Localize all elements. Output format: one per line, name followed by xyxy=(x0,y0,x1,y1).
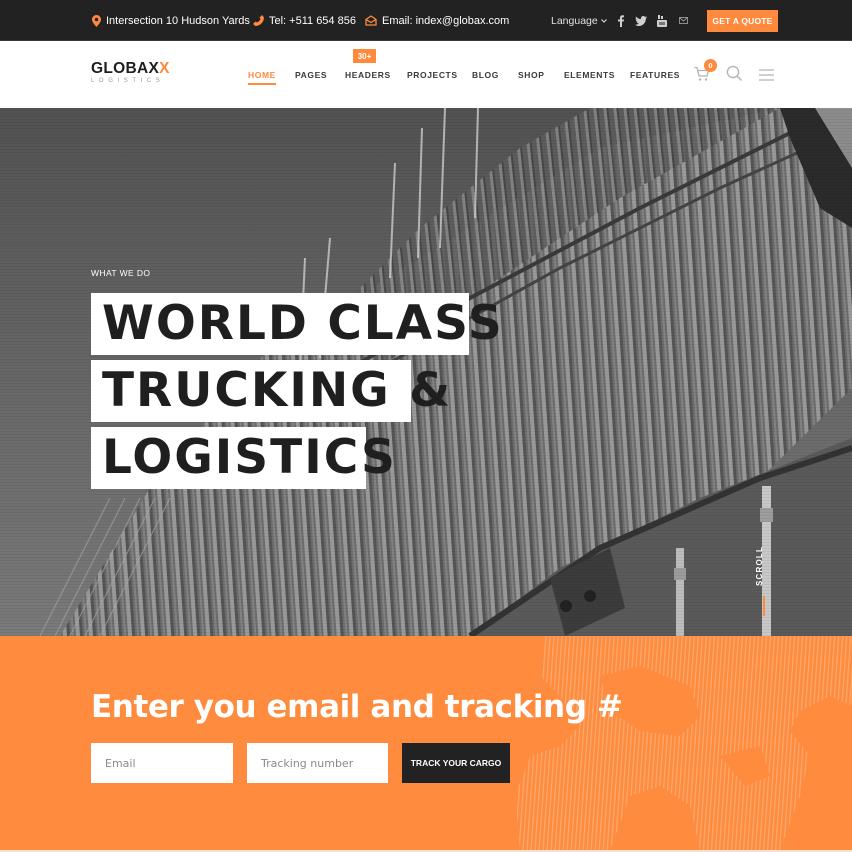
scroll-line xyxy=(763,596,765,616)
logo[interactable]: GLOBAXX LOGISTICS xyxy=(91,61,170,85)
headers-count-badge: 30+ xyxy=(353,49,376,63)
logo-brand-accent: X xyxy=(159,60,170,77)
hero-headline-line-3: LOGISTICS xyxy=(91,427,395,489)
envelope-open-icon xyxy=(365,15,377,26)
twitter-icon xyxy=(635,15,647,26)
get-a-quote-button[interactable]: GET A QUOTE xyxy=(707,10,778,32)
cart-count-badge: 0 xyxy=(704,59,717,72)
address-text: Intersection 10 Hudson Yards xyxy=(106,14,250,27)
youtube-icon xyxy=(657,14,667,27)
language-label: Language xyxy=(551,14,598,27)
nav-blog[interactable]: BLOG xyxy=(472,70,499,80)
hero-headline-line-2: TRUCKING & xyxy=(91,360,450,422)
nav-shop[interactable]: SHOP xyxy=(518,70,545,80)
language-dropdown[interactable]: Language xyxy=(551,0,607,41)
nav-projects[interactable]: PROJECTS xyxy=(407,70,458,80)
nav-home[interactable]: HOME xyxy=(248,70,276,85)
email-text: Email: index@globax.com xyxy=(382,14,510,27)
hero-section: WHAT WE DO WORLD CLASS TRUCKING & LOGIST… xyxy=(0,108,852,636)
nav-headers[interactable]: HEADERS xyxy=(345,70,391,80)
email-input[interactable] xyxy=(91,743,233,783)
scroll-label: SCROLL xyxy=(755,545,764,586)
nav-pages[interactable]: PAGES xyxy=(295,70,327,80)
address-info: Intersection 10 Hudson Yards xyxy=(92,0,250,41)
logo-brand: GLOBAXX xyxy=(91,61,170,77)
tracking-number-input[interactable] xyxy=(247,743,388,783)
nav-elements[interactable]: ELEMENTS xyxy=(564,70,615,80)
facebook-link[interactable] xyxy=(613,0,629,41)
logo-tagline: LOGISTICS xyxy=(91,78,165,84)
search-icon xyxy=(726,65,743,82)
tracking-title: Enter you email and tracking # xyxy=(91,689,623,725)
scroll-indicator[interactable]: SCROLL xyxy=(752,546,776,626)
hero-eyebrow: WHAT WE DO xyxy=(91,268,151,278)
phone-icon xyxy=(253,15,264,26)
top-bar: Intersection 10 Hudson Yards Tel: +511 6… xyxy=(0,0,852,41)
map-pin-icon xyxy=(92,14,101,27)
chevron-down-icon xyxy=(600,18,607,23)
mail-link[interactable] xyxy=(675,0,691,41)
main-header: GLOBAXX LOGISTICS HOME PAGES 30+ HEADERS… xyxy=(0,41,852,108)
track-cargo-button[interactable]: TRACK YOUR CARGO xyxy=(402,743,510,783)
phone-info: Tel: +511 654 856 xyxy=(253,0,356,41)
twitter-link[interactable] xyxy=(633,0,649,41)
youtube-link[interactable] xyxy=(654,0,670,41)
menu-button[interactable] xyxy=(759,68,774,86)
hamburger-menu-icon xyxy=(759,69,774,81)
hero-headline-line-1: WORLD CLASS xyxy=(91,293,502,355)
logo-brand-main: GLOBAX xyxy=(91,60,160,77)
nav-features[interactable]: FEATURES xyxy=(630,70,680,80)
phone-text: Tel: +511 654 856 xyxy=(269,14,356,27)
search-button[interactable] xyxy=(726,65,743,87)
facebook-icon xyxy=(618,14,624,27)
email-info: Email: index@globax.com xyxy=(365,0,509,41)
mail-icon xyxy=(678,17,688,24)
tracking-section: Enter you email and tracking # TRACK YOU… xyxy=(0,636,852,850)
